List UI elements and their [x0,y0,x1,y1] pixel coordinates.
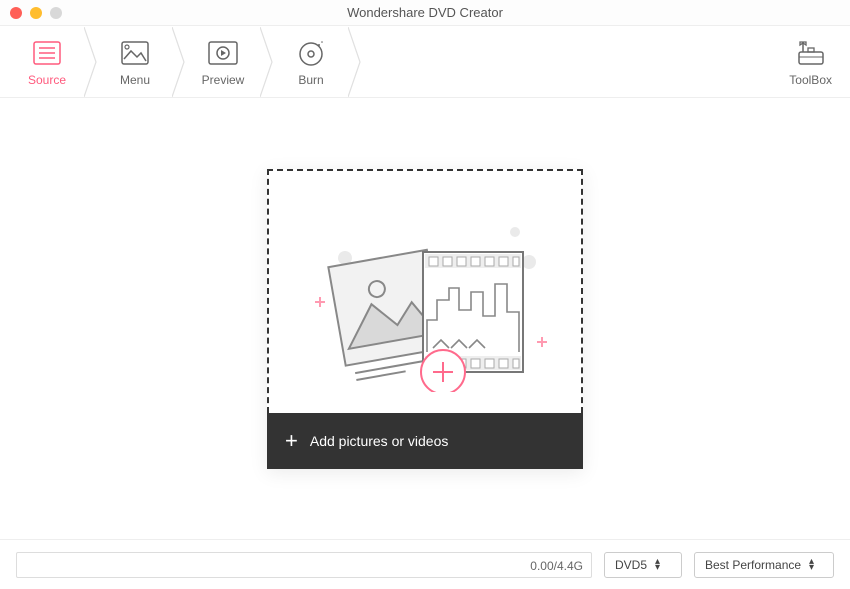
disc-usage-bar: 0.00/4.4G [16,552,592,578]
maximize-button[interactable] [50,7,62,19]
stepper-icon: ▴▾ [809,559,814,571]
toolbox-icon [796,37,826,69]
toolbar: Source Menu [0,26,850,98]
main-area: + Add pictures or videos [0,98,850,539]
toolbox-button[interactable]: ToolBox [781,37,840,87]
close-button[interactable] [10,7,22,19]
stepper-icon: ▴▾ [655,559,660,571]
add-media-label: Add pictures or videos [310,433,449,449]
status-bar: 0.00/4.4G DVD5 ▴▾ Best Performance ▴▾ [0,539,850,589]
window-controls [10,7,62,19]
tab-burn[interactable]: Burn [274,27,348,97]
source-icon [33,37,61,69]
tab-source[interactable]: Source [10,27,84,97]
toolbox-label: ToolBox [789,73,832,87]
titlebar: Wondershare DVD Creator [0,0,850,26]
preview-icon [208,37,238,69]
add-media-button[interactable]: + Add pictures or videos [267,413,583,469]
tab-label: Menu [120,73,150,87]
menu-icon [121,37,149,69]
minimize-button[interactable] [30,7,42,19]
drop-card: + Add pictures or videos [267,169,583,469]
tab-separator [172,27,186,97]
disc-usage-label: 0.00/4.4G [530,553,583,579]
tab-menu[interactable]: Menu [98,27,172,97]
disc-type-select[interactable]: DVD5 ▴▾ [604,552,682,578]
workflow-tabs: Source Menu [10,27,362,97]
burn-icon [297,37,325,69]
disc-type-value: DVD5 [615,558,647,572]
drop-zone[interactable] [267,169,583,413]
tab-separator [84,27,98,97]
quality-value: Best Performance [705,558,801,572]
media-placeholder-illustration [285,192,565,392]
tab-label: Burn [298,73,323,87]
tab-label: Source [28,73,66,87]
tab-separator [348,27,362,97]
tab-label: Preview [202,73,245,87]
plus-icon: + [285,428,298,454]
quality-select[interactable]: Best Performance ▴▾ [694,552,834,578]
window-title: Wondershare DVD Creator [0,5,850,20]
tab-preview[interactable]: Preview [186,27,260,97]
tab-separator [260,27,274,97]
